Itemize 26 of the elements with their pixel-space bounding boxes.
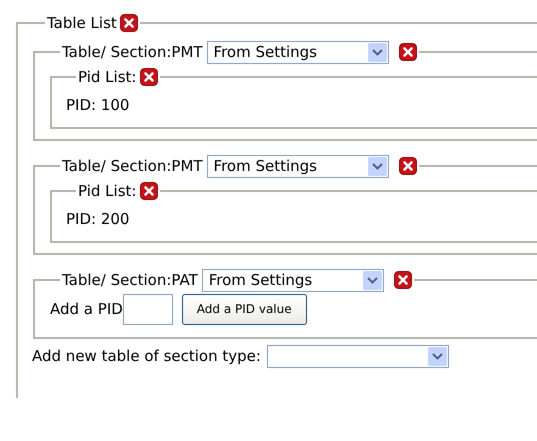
add-pid-button[interactable]: Add a PID value — [182, 294, 307, 324]
delete-icon[interactable] — [140, 182, 158, 200]
section-label: Table/ Section:PMT — [62, 156, 203, 177]
delete-icon[interactable] — [140, 68, 158, 86]
add-table-label: Add new table of section type: — [32, 346, 261, 367]
pid-list-title: Pid List: — [78, 180, 136, 202]
section-select[interactable]: From Settings — [206, 40, 389, 64]
chevron-down-icon — [428, 346, 447, 366]
section-select[interactable]: From Settings — [206, 154, 389, 178]
delete-icon[interactable] — [394, 271, 412, 289]
add-pid-label: Add a PID — [50, 298, 123, 320]
section-select[interactable] — [266, 344, 449, 368]
pid-list-title: Pid List: — [78, 66, 136, 88]
section-label: Table/ Section:PAT — [62, 270, 198, 291]
delete-icon[interactable] — [398, 43, 417, 61]
table-list-title: Table List — [47, 13, 117, 34]
pid-input[interactable] — [122, 294, 173, 324]
pid-entry: PID: 200 — [66, 209, 130, 230]
chevron-down-icon — [362, 270, 382, 290]
delete-icon[interactable] — [398, 157, 417, 175]
chevron-down-icon — [368, 156, 387, 176]
chevron-down-icon — [368, 42, 387, 62]
pid-entry: PID: 100 — [66, 95, 130, 116]
section-label: Table/ Section:PMT — [62, 42, 203, 63]
delete-icon[interactable] — [120, 14, 138, 32]
section-select[interactable]: From Settings — [202, 268, 384, 292]
